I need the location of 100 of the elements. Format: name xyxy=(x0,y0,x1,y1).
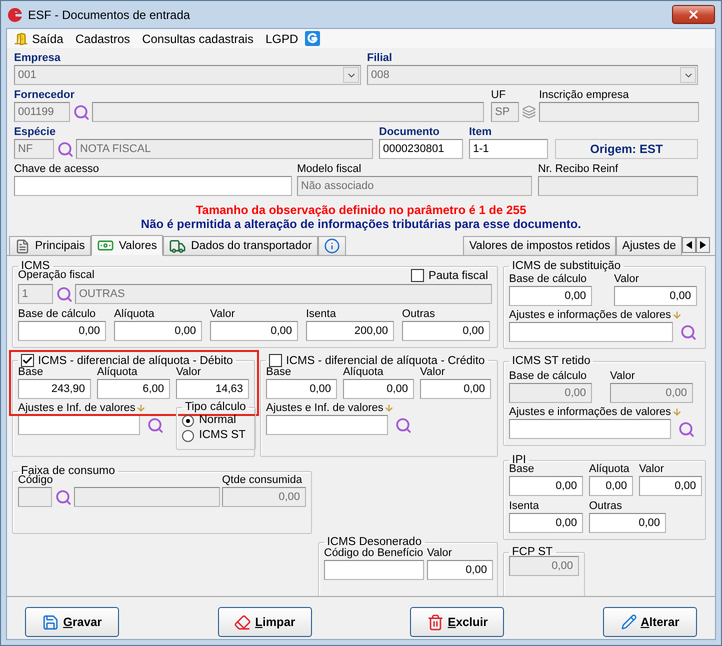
radio-label: Normal xyxy=(199,413,236,428)
field-label: Alíquota xyxy=(97,365,138,379)
checkbox[interactable] xyxy=(410,269,424,282)
close-button[interactable] xyxy=(672,5,715,24)
input-field[interactable] xyxy=(266,415,388,435)
info-icon xyxy=(324,238,340,254)
input-field[interactable]: 0,00 xyxy=(589,513,666,533)
field-label: Base de cálculo xyxy=(18,307,97,321)
field-label: Alíquota xyxy=(343,365,384,379)
menu-item[interactable]: Consultas cadastrais xyxy=(137,32,258,46)
field-label: Valor xyxy=(639,462,665,476)
field-label: Nr. Recibo Reinf xyxy=(538,162,620,176)
right-triangle-icon xyxy=(700,241,706,249)
scroll-left-button[interactable] xyxy=(682,237,696,253)
radio-button[interactable] xyxy=(182,430,194,442)
group-title: FCP ST xyxy=(512,546,553,558)
field-label: UF xyxy=(491,88,507,102)
input-field[interactable]: 0,00 xyxy=(420,379,491,399)
menu-item[interactable]: LGPD xyxy=(260,32,304,46)
input-field[interactable]: 0,00 xyxy=(210,321,298,341)
search-icon[interactable] xyxy=(394,416,412,434)
tab[interactable]: Valores de impostos retidos xyxy=(463,236,616,255)
truck-icon xyxy=(169,238,186,254)
input-field[interactable] xyxy=(14,176,292,196)
scroll-right-button[interactable] xyxy=(696,237,710,253)
menu-item[interactable]: Cadastros xyxy=(70,32,136,46)
field-label: Alíquota xyxy=(114,307,156,321)
tab[interactable] xyxy=(318,236,346,255)
eraser-icon xyxy=(234,614,252,630)
search-icon[interactable] xyxy=(146,416,164,434)
field-label: Ajustes e informações de valores xyxy=(509,405,672,419)
group-title: ICMS ST retido xyxy=(512,355,590,367)
input-field[interactable]: 0,00 xyxy=(266,379,337,399)
input-field[interactable] xyxy=(18,415,140,435)
field-label: Valor xyxy=(610,369,636,383)
action-button[interactable]: Limpar xyxy=(218,607,312,637)
group-title: ICMS - diferencial de alíquota - Débito xyxy=(38,354,233,366)
input-field[interactable]: 0,00 xyxy=(114,321,202,341)
input-field[interactable]: 14,63 xyxy=(176,379,249,399)
input-field[interactable] xyxy=(324,560,424,580)
origin-label: Origem: EST xyxy=(555,139,698,159)
tab[interactable]: Dados do transportador xyxy=(163,236,318,255)
search-icon[interactable] xyxy=(56,286,72,302)
input-field[interactable]: 0,00 xyxy=(18,321,106,341)
window-title: ESF - Documentos de entrada xyxy=(28,8,190,22)
field-label: Valor xyxy=(427,546,453,560)
field-label: Isenta xyxy=(306,307,337,321)
search-icon[interactable] xyxy=(680,324,696,340)
input-field[interactable]: 0000230801 xyxy=(379,139,463,159)
field-label: Qtde consumida xyxy=(222,473,304,487)
checkbox[interactable] xyxy=(269,354,282,367)
field-label: Código do Benefício xyxy=(324,546,424,560)
field-label: Valor xyxy=(210,307,236,321)
radio-label: ICMS ST xyxy=(199,428,246,443)
input-field[interactable]: 0,00 xyxy=(509,513,583,533)
search-icon[interactable] xyxy=(678,420,694,438)
document-icon xyxy=(15,238,30,254)
input-field[interactable]: 0,00 xyxy=(402,321,490,341)
input-field[interactable]: 0,00 xyxy=(343,379,414,399)
input-field[interactable] xyxy=(509,419,671,439)
trash-icon xyxy=(426,614,444,630)
app-logo-icon xyxy=(7,6,23,22)
field-label: Item xyxy=(469,125,493,139)
input-field[interactable]: 0,00 xyxy=(427,560,493,580)
checkbox-label: Pauta fiscal xyxy=(428,270,488,282)
field-label: Ajustes e informações de valores xyxy=(509,308,672,322)
app-logo-icon[interactable] xyxy=(305,31,320,46)
menu-item[interactable]: Saída xyxy=(9,32,68,46)
message-text: Tamanho da observação definido no parâmetro é 1 de 255 xyxy=(194,203,528,217)
search-icon[interactable] xyxy=(54,488,72,506)
field-label: Ajustes e Inf. de valores xyxy=(266,401,384,415)
input-field[interactable]: 200,00 xyxy=(306,321,394,341)
search-icon[interactable] xyxy=(72,104,90,120)
input-field[interactable]: 0,00 xyxy=(509,476,583,496)
action-button[interactable]: Excluir xyxy=(410,607,504,637)
tab[interactable]: Valores xyxy=(90,235,163,256)
tab[interactable]: Principais xyxy=(9,236,91,255)
input-field[interactable]: 1-1 xyxy=(469,139,548,159)
action-button[interactable]: Alterar xyxy=(602,607,697,637)
stack-icon[interactable] xyxy=(522,105,536,119)
input-field[interactable]: 0,00 xyxy=(614,286,697,306)
field-label: Alíquota xyxy=(589,462,630,476)
field-label: Ajustes e Inf. de valores xyxy=(18,401,136,415)
search-icon[interactable] xyxy=(56,140,74,158)
input-field[interactable]: 0,00 xyxy=(589,476,633,496)
input-field[interactable] xyxy=(509,322,673,342)
input-field[interactable]: 0,00 xyxy=(509,286,592,306)
close-icon xyxy=(687,8,700,21)
pencil-icon xyxy=(620,614,637,630)
input-field[interactable]: 0,00 xyxy=(639,476,702,496)
tab[interactable]: Ajustes de xyxy=(616,236,682,255)
input-field[interactable]: 243,90 xyxy=(18,379,91,399)
field-label: Base de cálculo xyxy=(509,272,588,286)
arrow-down-icon xyxy=(672,310,682,320)
field-label: Empresa xyxy=(14,51,62,65)
group-title: ICMS de substituição xyxy=(512,260,621,272)
field-label: Base xyxy=(509,463,536,476)
action-button[interactable]: Gravar xyxy=(25,607,119,637)
input-field[interactable]: 6,00 xyxy=(97,379,170,399)
checkbox[interactable] xyxy=(21,354,34,367)
